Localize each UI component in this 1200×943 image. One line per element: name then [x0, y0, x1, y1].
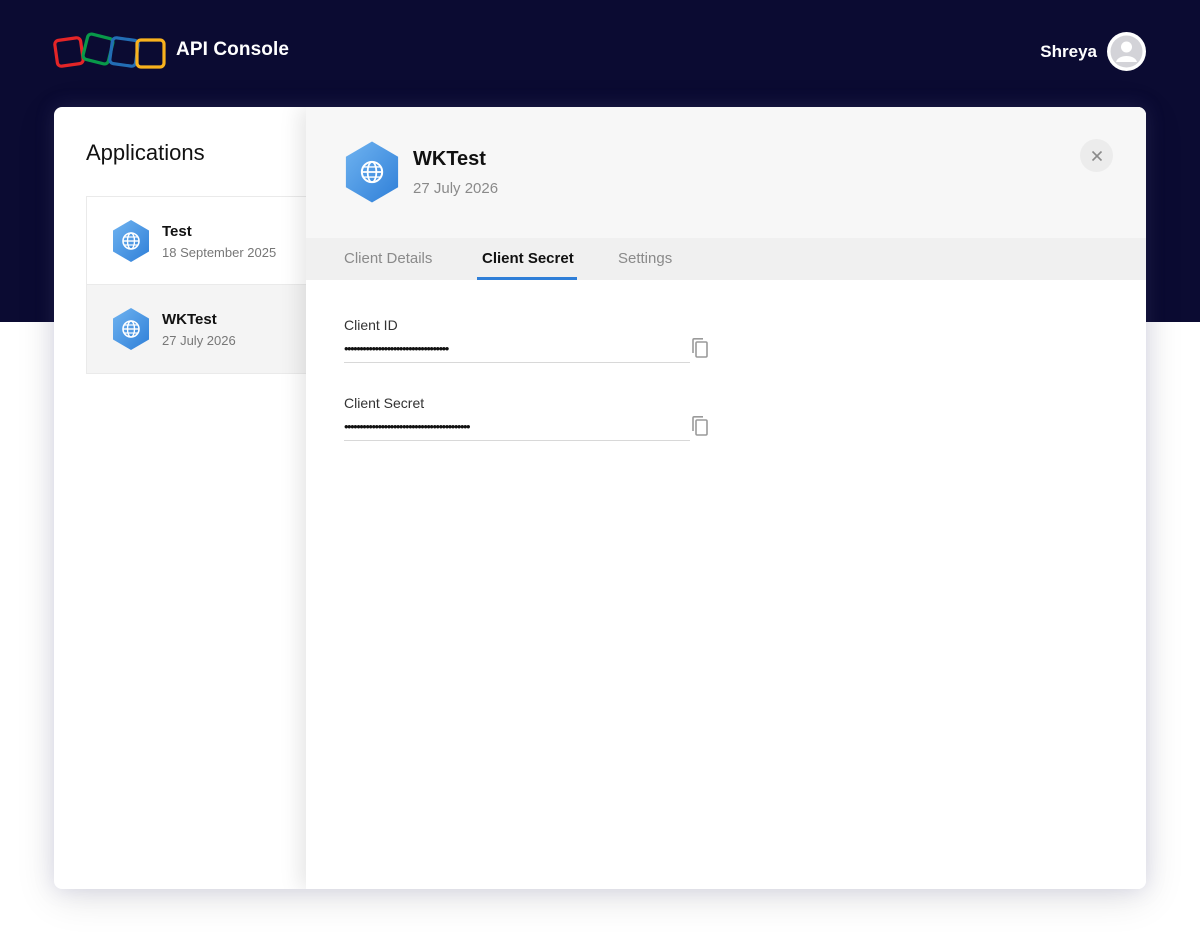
panel-header: WKTest 27 July 2026 — [306, 107, 1146, 238]
close-button[interactable] — [1080, 139, 1113, 172]
client-id-label: Client ID — [344, 317, 398, 333]
tab-settings[interactable]: Settings — [618, 250, 672, 267]
client-id-field[interactable]: •••••••••••••••••••••••••••••••••• — [344, 337, 690, 363]
panel-tabs: Client Details Client Secret Settings — [306, 238, 1146, 280]
copy-icon[interactable] — [690, 415, 710, 437]
tab-client-secret[interactable]: Client Secret — [482, 250, 574, 267]
application-date: 18 September 2025 — [162, 245, 277, 260]
applications-heading: Applications — [86, 140, 205, 165]
application-name: WKTest — [162, 311, 217, 328]
application-date: 27 July 2026 — [162, 333, 236, 348]
client-secret-label: Client Secret — [344, 395, 425, 411]
close-icon — [1091, 150, 1102, 161]
application-item-test[interactable]: Test 18 September 2025 — [87, 197, 326, 285]
tab-client-details[interactable]: Client Details — [344, 250, 432, 267]
globe-icon — [113, 220, 149, 262]
zoho-logo — [53, 32, 166, 69]
globe-icon — [113, 308, 149, 350]
copy-icon[interactable] — [690, 337, 710, 359]
user-avatar[interactable] — [1107, 32, 1146, 71]
application-name: Test — [162, 223, 192, 240]
applications-card: Applications Test 18 September 2025 WKTe… — [54, 107, 1146, 889]
user-icon — [1110, 35, 1143, 68]
user-name[interactable]: Shreya — [1040, 42, 1097, 62]
panel-title: WKTest — [413, 148, 486, 170]
application-list: Test 18 September 2025 WKTest 27 July 20… — [86, 196, 326, 374]
active-tab-indicator — [477, 277, 577, 280]
application-item-wktest[interactable]: WKTest 27 July 2026 — [87, 285, 326, 373]
application-detail-panel: WKTest 27 July 2026 Client Details Clien… — [306, 107, 1146, 889]
app-title: API Console — [176, 39, 290, 60]
client-secret-field[interactable]: ••••••••••••••••••••••••••••••••••••••••… — [344, 415, 690, 441]
globe-icon — [345, 141, 399, 203]
panel-date: 27 July 2026 — [413, 180, 499, 197]
